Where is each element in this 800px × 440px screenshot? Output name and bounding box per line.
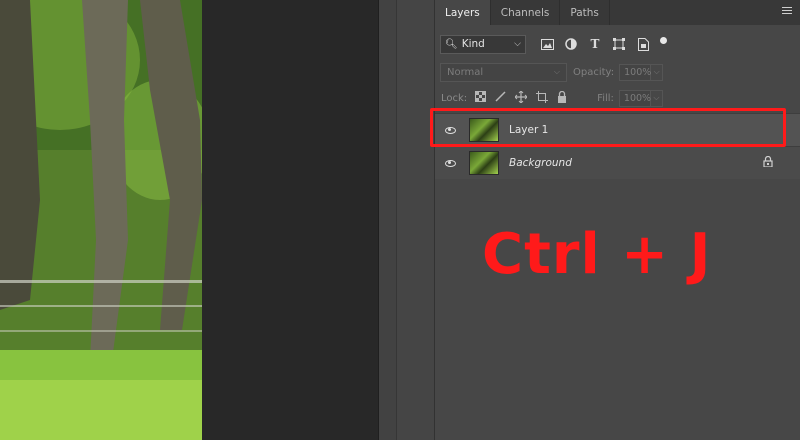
chevron-down-icon: ⌵ xyxy=(553,67,560,76)
adjustment-layer-filter-icon[interactable] xyxy=(564,37,578,51)
fill-chevron-icon[interactable]: ⌵ xyxy=(650,89,663,107)
lock-image-pixels-icon[interactable] xyxy=(495,90,506,106)
blend-mode-value: Normal xyxy=(447,66,484,78)
opacity-input[interactable]: 100% xyxy=(619,63,651,81)
opacity-label: Opacity: xyxy=(573,66,615,78)
type-layer-filter-icon[interactable]: T xyxy=(588,37,602,51)
shape-layer-filter-icon[interactable] xyxy=(612,37,626,51)
visibility-toggle[interactable] xyxy=(435,159,465,167)
layer-highlight-annotation xyxy=(430,108,786,147)
lock-all-icon[interactable] xyxy=(557,90,567,106)
kind-filter-select[interactable]: 🔍︎ Kind ⌵ xyxy=(440,34,526,54)
layers-panel: Layers Channels Paths 🔍︎ Kind ⌵ T Normal… xyxy=(434,0,800,440)
lock-transparent-pixels-icon[interactable] xyxy=(475,90,487,106)
kind-label: Kind xyxy=(461,38,485,50)
opacity-chevron-icon[interactable]: ⌵ xyxy=(651,63,664,81)
pixel-layer-filter-icon[interactable] xyxy=(540,37,554,51)
lock-row: Lock: Fill: 100% ⌵ xyxy=(435,88,800,108)
fill-input[interactable]: 100% xyxy=(618,89,651,107)
panel-menu-icon[interactable] xyxy=(782,7,792,17)
tab-channels[interactable]: Channels xyxy=(491,0,561,25)
filter-toggle-icon[interactable] xyxy=(660,36,667,44)
blend-row: Normal ⌵ Opacity: 100% ⌵ xyxy=(435,61,800,83)
panel-tabs: Layers Channels Paths xyxy=(435,0,800,25)
filter-row: 🔍︎ Kind ⌵ T xyxy=(435,33,800,55)
forest-image xyxy=(0,0,202,440)
tab-paths[interactable]: Paths xyxy=(560,0,610,25)
lock-position-icon[interactable] xyxy=(514,90,528,106)
lock-artboard-icon[interactable] xyxy=(536,90,549,106)
tab-layers[interactable]: Layers xyxy=(435,0,491,25)
eye-icon xyxy=(444,159,456,167)
lock-label: Lock: xyxy=(441,92,468,104)
panel-dock-strip xyxy=(396,0,434,440)
layer-thumbnail xyxy=(469,151,499,175)
smart-object-filter-icon[interactable] xyxy=(636,37,650,51)
fill-label: Fill: xyxy=(597,92,614,104)
blend-mode-select[interactable]: Normal ⌵ xyxy=(440,62,567,82)
canvas-background xyxy=(202,0,378,440)
layer-name[interactable]: Background xyxy=(509,157,572,169)
layer-row-background[interactable]: Background xyxy=(435,146,800,179)
search-icon: 🔍︎ xyxy=(445,38,458,50)
shortcut-annotation: Ctrl + J xyxy=(482,222,712,287)
lock-icon[interactable] xyxy=(763,155,773,170)
chevron-down-icon: ⌵ xyxy=(514,39,521,49)
panel-divider[interactable] xyxy=(378,0,396,440)
photo-canvas xyxy=(0,0,202,440)
